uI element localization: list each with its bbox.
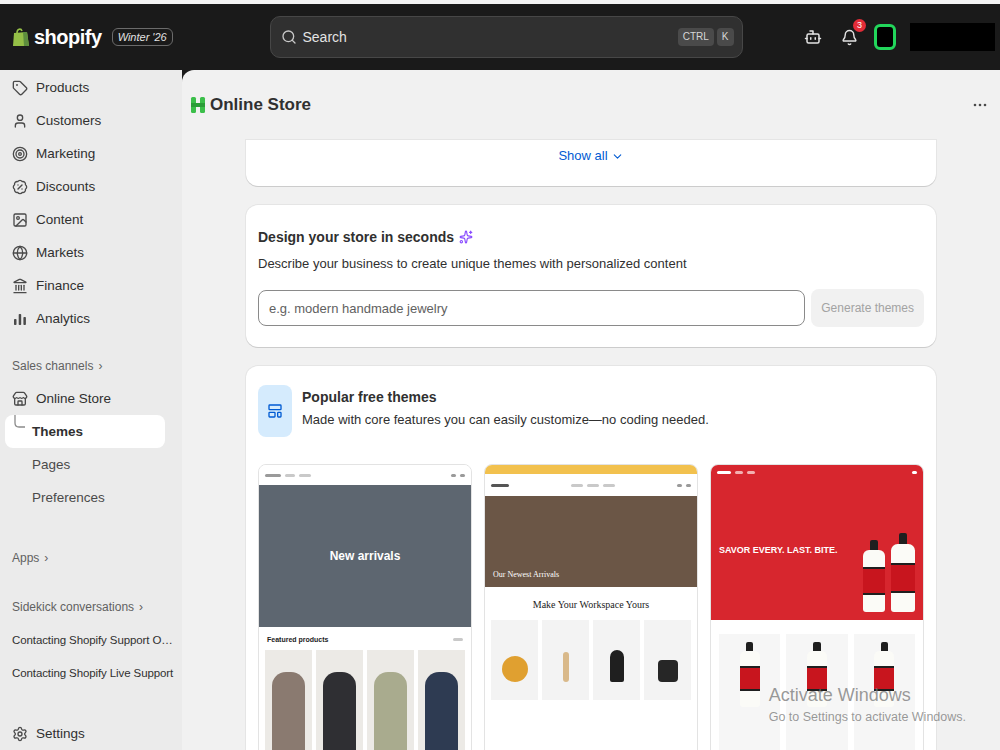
- sidebar: ProductsCustomersMarketingDiscountsConte…: [0, 70, 182, 750]
- body: ProductsCustomersMarketingDiscountsConte…: [0, 70, 1000, 750]
- sidebar-subitem[interactable]: Themes: [5, 415, 165, 448]
- design-card: Design your store in seconds Describe you…: [246, 205, 936, 347]
- notification-count: 3: [853, 19, 866, 32]
- shopify-admin: shopify Winter '26 Search CTRLK 3 ProductsCus…: [0, 0, 1000, 750]
- redacted-account: [910, 23, 995, 51]
- store-icon: [12, 391, 28, 407]
- sidebar-item[interactable]: Customers: [5, 104, 165, 137]
- gear-icon: [12, 726, 28, 742]
- sidebar-item[interactable]: Online Store: [5, 382, 165, 415]
- product-tile: [644, 620, 691, 700]
- product-tile: [316, 650, 363, 750]
- sidekick-button[interactable]: [802, 26, 824, 48]
- sidekick-header[interactable]: Sidekick conversations›: [0, 590, 182, 623]
- sidebar-item[interactable]: Analytics: [5, 302, 165, 335]
- search-bar[interactable]: Search CTRLK: [270, 16, 743, 58]
- sidebar-item[interactable]: Markets: [5, 236, 165, 269]
- product-tile: [593, 620, 640, 700]
- product-tile: [367, 650, 414, 750]
- sidebar-item[interactable]: Discounts: [5, 170, 165, 203]
- edition-badge: Winter '26: [112, 28, 173, 46]
- bank-icon: [12, 278, 28, 294]
- content-column: Show all Design your store in seconds Desc…: [246, 140, 936, 750]
- store-avatar[interactable]: [874, 24, 896, 50]
- target-icon: [12, 146, 28, 162]
- theme-hero: New arrivals: [259, 485, 471, 627]
- bell-icon: [841, 29, 858, 46]
- sidekick-icon: [804, 28, 822, 46]
- search-placeholder: Search: [303, 29, 672, 45]
- globe-icon: [12, 245, 28, 261]
- sauce-bottle: [807, 642, 827, 707]
- cut-card: Show all: [246, 140, 936, 186]
- product-tile: [854, 634, 915, 750]
- themes-card: Popular free themes Made with core featur…: [246, 366, 936, 750]
- theme-thumbnail[interactable]: New arrivalsFeatured products: [258, 464, 472, 750]
- page-header: Online Store: [182, 70, 1000, 140]
- product-tile: [786, 634, 847, 750]
- tree-corner-icon: [13, 415, 27, 435]
- product-tile: [542, 620, 589, 700]
- product-tile: [418, 650, 465, 750]
- themes-card-subtitle: Made with core features you can easily c…: [302, 411, 709, 429]
- business-description-input[interactable]: [258, 290, 805, 326]
- discount-icon: [12, 179, 28, 195]
- more-actions-icon[interactable]: [972, 97, 988, 113]
- top-bar: shopify Winter '26 Search CTRLK 3: [0, 0, 1000, 70]
- chevron-down-icon: [611, 150, 624, 163]
- theme-hero: SAVOR EVERY. LAST. BITE.: [711, 480, 923, 620]
- search-icon: [281, 29, 297, 45]
- notifications-button[interactable]: 3: [838, 26, 860, 48]
- top-bar-tools: 3: [743, 23, 1000, 51]
- sidebar-subitem[interactable]: Pages: [5, 448, 165, 481]
- layout-icon: [267, 403, 283, 419]
- design-card-title: Design your store in seconds: [258, 227, 924, 247]
- conversation-item[interactable]: Contacting Shopify Support O…: [5, 623, 179, 656]
- brand: shopify Winter '26: [12, 26, 270, 49]
- generate-themes-button[interactable]: Generate themes: [811, 289, 924, 327]
- product-tile: [491, 620, 538, 700]
- apps-header[interactable]: Apps›: [0, 541, 182, 574]
- settings-item[interactable]: Settings: [5, 717, 165, 750]
- online-store-icon: [190, 96, 206, 114]
- themes-card-title: Popular free themes: [302, 387, 709, 407]
- theme-thumbnail[interactable]: Our Newest ArrivalsMake Your Workspace Y…: [484, 464, 698, 750]
- design-card-subtitle: Describe your business to create unique …: [258, 255, 924, 273]
- conversation-item[interactable]: Contacting Shopify Live Support: [5, 656, 179, 689]
- themes-icon-box: [258, 385, 292, 437]
- sauce-bottle: [874, 642, 894, 707]
- shopify-bag-icon: [12, 27, 30, 47]
- sauce-bottle: [740, 642, 760, 707]
- product-tile: [719, 634, 780, 750]
- theme-thumbnail[interactable]: SAVOR EVERY. LAST. BITE.: [710, 464, 924, 750]
- bar-chart-icon: [12, 311, 28, 327]
- theme-hero: Our Newest Arrivals: [485, 496, 697, 587]
- sidebar-subitem[interactable]: Preferences: [5, 481, 165, 514]
- image-icon: [12, 212, 28, 228]
- shopify-logo[interactable]: shopify: [34, 26, 102, 49]
- shortcut-key: CTRL: [678, 28, 714, 46]
- sidebar-item[interactable]: Marketing: [5, 137, 165, 170]
- sauce-bottle: [863, 540, 885, 612]
- sauce-bottle: [891, 533, 915, 612]
- activation-watermark: Activate WindowsGo to Settings to activa…: [769, 685, 966, 724]
- shortcut-key: K: [717, 28, 734, 46]
- sidebar-item[interactable]: Finance: [5, 269, 165, 302]
- shortcut-keys: CTRLK: [678, 28, 734, 46]
- sparkle-icon: [459, 230, 473, 244]
- sidebar-item[interactable]: Products: [5, 71, 165, 104]
- sidebar-item[interactable]: Content: [5, 203, 165, 236]
- tag-icon: [12, 80, 28, 96]
- sales-channels-header[interactable]: Sales channels›: [0, 349, 182, 382]
- product-tile: [265, 650, 312, 750]
- main-content: Online Store Show all Design your store in…: [182, 70, 1000, 750]
- person-icon: [12, 113, 28, 129]
- page-title: Online Store: [210, 95, 968, 115]
- show-all-button[interactable]: Show all: [558, 146, 623, 166]
- theme-grid: New arrivalsFeatured productsOur Newest …: [258, 464, 924, 750]
